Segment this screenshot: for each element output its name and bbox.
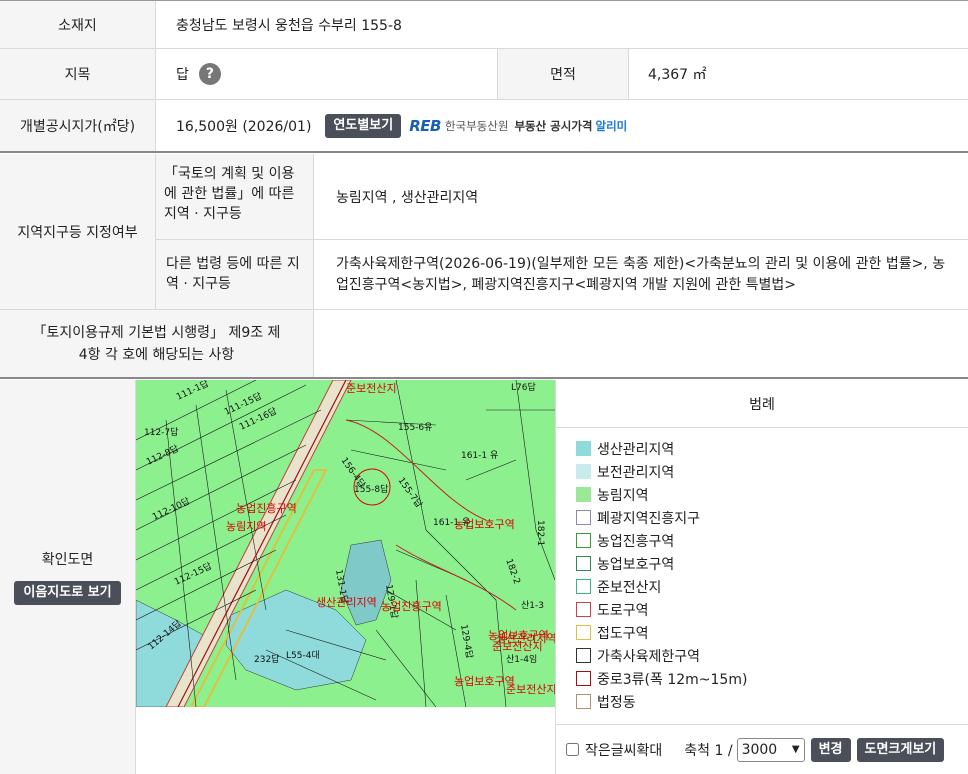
legend-item: 접도구역 — [576, 621, 968, 644]
regulation-value — [314, 310, 968, 377]
zoning-label: 지역지구등 지정여부 — [0, 154, 155, 309]
jimok-value: 답 — [176, 67, 189, 83]
parcel-label: 산1-4임 — [506, 653, 537, 665]
zone-label: 생산관리지역 — [316, 596, 377, 609]
legend-label: 준보전산지 — [597, 579, 662, 596]
map-blank-area — [136, 707, 555, 774]
legend-label: 접도구역 — [597, 625, 649, 642]
help-icon[interactable]: ? — [198, 63, 221, 85]
parcel-label: 155-6유 — [398, 422, 432, 433]
zoning-sub2-value: 가축사육제한구역(2026-06-19)(일부제한 모든 축종 제한)<가축분뇨… — [336, 256, 946, 293]
parcel-label: 112-7답 — [144, 426, 178, 438]
zone-label: 농림지역 — [226, 520, 266, 533]
zone-label: 155-8답 — [354, 483, 388, 495]
jimok-label: 지목 — [0, 49, 155, 99]
small-text-label: 작은글씨확대 — [585, 742, 663, 759]
zone-label: 농업진흥구역 — [236, 501, 297, 515]
location-label: 소재지 — [0, 1, 155, 48]
legend-item: 농림지역 — [576, 483, 968, 506]
parcel-label: 182-1 — [535, 520, 545, 546]
legend-label: 보전관리지역 — [597, 464, 675, 481]
map-controls: 작은글씨확대 축척 1 / 3000 ▼ 변경 도면크게보기 — [556, 724, 968, 774]
legend-item: 생산관리지역 — [576, 437, 968, 460]
legend-label: 법정동 — [597, 694, 636, 711]
legend-item: 농업진흥구역 — [576, 529, 968, 552]
legend-swatch — [576, 464, 591, 479]
legend-swatch — [576, 579, 591, 594]
parcel-label: L76답 — [511, 381, 536, 393]
legend-list: 생산관리지역보전관리지역농림지역폐광지역진흥지구농업진흥구역농업보호구역준보전산… — [576, 437, 968, 713]
jimok-row: 지목 답 ? 면적 4,367 ㎡ — [0, 49, 968, 100]
view-map-button[interactable]: 이음지도로 보기 — [14, 581, 121, 605]
chevron-down-icon: ▼ — [791, 744, 800, 755]
cadastral-map[interactable]: 112-7답 112-8답 112-10답 112-15답 112-14답 11… — [136, 380, 555, 707]
legend-swatch — [576, 625, 591, 640]
legend-item: 농업보호구역 — [576, 552, 968, 575]
legend-label: 중로3류(폭 12m~15m) — [597, 671, 748, 688]
legend-swatch — [576, 602, 591, 617]
zone-label: 농업진흥구역 — [381, 599, 442, 613]
legend-item: 준보전산지 — [576, 575, 968, 598]
legend-swatch — [576, 648, 591, 663]
legend-item: 폐광지역진흥지구 — [576, 506, 968, 529]
regulation-row: 「토지이용규제 기본법 시행령」 제9조 제4항 각 호에 해당되는 사항 — [0, 310, 968, 379]
legend-label: 농림지역 — [597, 487, 649, 504]
legend-label: 농업진흥구역 — [597, 533, 675, 550]
scale-select[interactable]: 3000 ▼ — [736, 737, 805, 762]
location-row: 소재지 충청남도 보령시 웅천읍 수부리 155-8 — [0, 0, 968, 49]
regulation-label: 「토지이용규제 기본법 시행령」 제9조 제4항 각 호에 해당되는 사항 — [0, 310, 313, 377]
scale-value: 3000 — [741, 741, 778, 758]
legend-item: 법정동 — [576, 690, 968, 713]
change-scale-button[interactable]: 변경 — [810, 737, 851, 762]
legend-item: 가축사육제한구역 — [576, 644, 968, 667]
parcel-label: L55-4대 — [286, 650, 320, 661]
legend-label: 폐광지역진흥지구 — [597, 510, 701, 527]
legend-swatch — [576, 487, 591, 502]
legend-item: 중로3류(폭 12m~15m) — [576, 667, 968, 690]
zone-label: 준보전산지 — [506, 683, 555, 696]
reb-org: 한국부동산원 — [444, 118, 509, 133]
legend-label: 도로구역 — [597, 602, 649, 619]
legend-swatch — [576, 533, 591, 548]
parcel-label: 산1-3 — [521, 600, 544, 611]
zoning-sub1-value: 농림지역 , 생산관리지역 — [314, 154, 968, 240]
reb-logo: REB — [409, 116, 441, 135]
legend-swatch — [576, 556, 591, 571]
legend-label: 생산관리지역 — [597, 441, 675, 458]
yearly-view-button[interactable]: 연도별보기 — [325, 113, 402, 138]
price-value: 16,500원 (2026/01) — [176, 118, 312, 135]
reb-link[interactable]: REB 한국부동산원 부동산 공시가격 알리미 — [409, 117, 627, 135]
legend-swatch — [576, 441, 591, 456]
legend-swatch — [576, 694, 591, 709]
legend-title: 범례 — [556, 380, 968, 428]
parcel-label: 232답 — [254, 653, 279, 665]
zoning-sub1-label: 「국토의 계획 및 이용에 관한 법률」에 따른 지역 · 지구등 — [156, 154, 313, 240]
map-row: 확인도면 이음지도로 보기 112-7답 112-8답 112-10답 112-… — [0, 380, 968, 774]
location-value: 충청남도 보령시 웅천읍 수부리 155-8 — [176, 17, 402, 34]
map-label: 확인도면 — [41, 552, 94, 568]
zoning-sub2-label: 다른 법령 등에 따른 지역 · 지구등 — [156, 240, 313, 309]
legend-swatch — [576, 510, 591, 525]
enlarge-map-button[interactable]: 도면크게보기 — [856, 737, 945, 762]
zone-label: 준보전산지 — [346, 382, 397, 395]
zone-label: 농업보호구역 — [454, 518, 515, 531]
area-value: 4,367 ㎡ — [648, 67, 707, 83]
price-label: 개별공시지가(㎡당) — [0, 100, 155, 151]
legend-item: 보전관리지역 — [576, 460, 968, 483]
small-text-checkbox[interactable] — [566, 743, 579, 756]
zone-label: 생산관리지역 — [496, 632, 555, 645]
scale-label: 축척 1 / — [684, 742, 733, 759]
zone-label: 161-1 유 — [461, 450, 498, 461]
reb-service: 부동산 공시가격 — [514, 118, 593, 133]
zoning-row: 지역지구등 지정여부 「국토의 계획 및 이용에 관한 법률」에 따른 지역 ·… — [0, 154, 968, 310]
legend-item: 도로구역 — [576, 598, 968, 621]
cadastral-map-svg: 112-7답 112-8답 112-10답 112-15답 112-14답 11… — [136, 380, 555, 707]
legend-swatch — [576, 671, 591, 686]
legend-label: 가축사육제한구역 — [597, 648, 701, 665]
reb-highlight: 알리미 — [595, 118, 628, 133]
price-row: 개별공시지가(㎡당) 16,500원 (2026/01) 연도별보기 REB 한… — [0, 100, 968, 153]
legend-label: 농업보호구역 — [597, 556, 675, 573]
area-label: 면적 — [498, 49, 628, 99]
